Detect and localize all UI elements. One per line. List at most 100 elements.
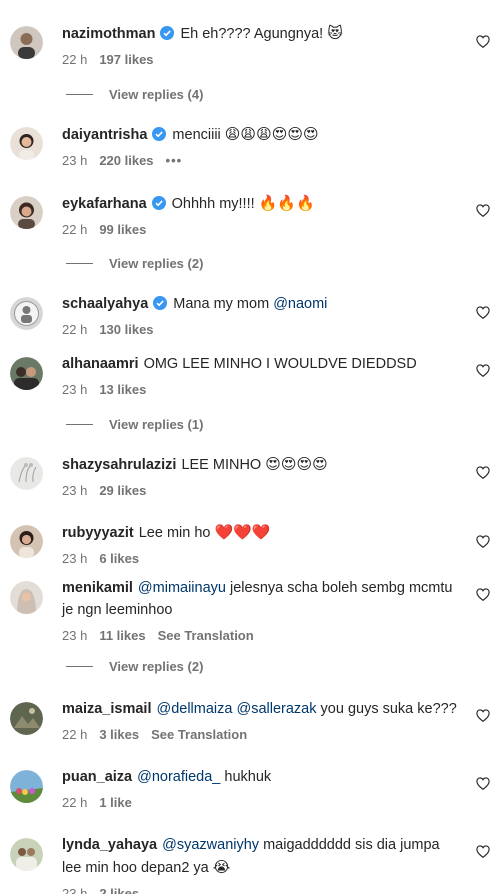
heart-outline-icon xyxy=(476,306,490,319)
comment-time: 22 h xyxy=(62,222,88,237)
likes-count[interactable]: 99 likes xyxy=(99,222,146,237)
comment-emoji: 😭 xyxy=(212,858,231,876)
heart-outline-icon xyxy=(476,364,490,377)
comment-text: Eh eh???? Agungnya! xyxy=(180,26,324,42)
username[interactable]: maiza_ismail xyxy=(62,701,151,717)
likes-count[interactable]: 220 likes xyxy=(99,153,153,168)
mention-link[interactable]: @sallerazak xyxy=(237,701,317,717)
like-button[interactable] xyxy=(476,535,490,548)
heart-outline-icon xyxy=(476,466,490,479)
see-translation-link[interactable]: See Translation xyxy=(158,628,254,643)
avatar[interactable] xyxy=(10,838,43,871)
username[interactable]: nazimothman xyxy=(62,26,155,42)
likes-count[interactable]: 2 likes xyxy=(99,886,139,894)
comment-time: 22 h xyxy=(62,727,88,742)
avatar[interactable] xyxy=(10,127,43,160)
view-replies-label: View replies (2) xyxy=(109,256,204,271)
likes-count[interactable]: 130 likes xyxy=(99,322,153,337)
like-button[interactable] xyxy=(476,845,490,858)
view-replies-button[interactable]: View replies (1) xyxy=(66,417,203,432)
username[interactable]: rubyyyazit xyxy=(62,525,134,541)
view-replies-button[interactable]: View replies (4) xyxy=(66,87,203,102)
comment-time: 23 h xyxy=(62,551,88,566)
heart-outline-icon xyxy=(476,777,490,790)
avatar[interactable] xyxy=(10,196,43,229)
username[interactable]: eykafarhana xyxy=(62,196,147,212)
likes-count[interactable]: 13 likes xyxy=(99,382,146,397)
comment-text: menciiii xyxy=(172,127,221,143)
comment-time: 23 h xyxy=(62,483,88,498)
like-button[interactable] xyxy=(476,364,490,377)
avatar[interactable] xyxy=(10,26,43,59)
avatar[interactable] xyxy=(10,297,43,330)
heart-outline-icon xyxy=(476,845,490,858)
comment-time: 22 h xyxy=(62,795,88,810)
mention-link[interactable]: @naomi xyxy=(273,296,327,312)
divider xyxy=(66,263,93,264)
username[interactable]: menikamil xyxy=(62,580,133,596)
username[interactable]: shazysahrulazizi xyxy=(62,457,176,473)
verified-badge-icon xyxy=(160,26,175,40)
comment-emoji: 😩😩😩😍😍😍 xyxy=(224,125,319,143)
comment-text: LEE MINHO xyxy=(181,457,262,473)
heart-outline-icon xyxy=(476,588,490,601)
like-button[interactable] xyxy=(476,306,490,319)
comment-emoji: 😍😍😍😍 xyxy=(265,455,328,473)
divider xyxy=(66,666,93,667)
username[interactable]: lynda_yahaya xyxy=(62,837,157,853)
verified-badge-icon xyxy=(153,296,168,310)
avatar[interactable] xyxy=(10,525,43,558)
likes-count[interactable]: 6 likes xyxy=(99,551,139,566)
mention-link[interactable]: @dellmaiza xyxy=(156,701,232,717)
like-button[interactable] xyxy=(476,777,490,790)
comment-time: 23 h xyxy=(62,382,88,397)
username[interactable]: daiyantrisha xyxy=(62,127,147,143)
comment-text: Ohhhh my!!!! xyxy=(171,196,255,212)
avatar[interactable] xyxy=(10,357,43,390)
heart-outline-icon xyxy=(476,709,490,722)
comment-text: you guys suka ke??? xyxy=(320,701,457,717)
verified-badge-icon xyxy=(152,127,167,141)
view-replies-label: View replies (2) xyxy=(109,659,204,674)
see-translation-link[interactable]: See Translation xyxy=(151,727,247,742)
like-button[interactable] xyxy=(476,204,490,217)
comment-time: 22 h xyxy=(62,322,88,337)
mention-link[interactable]: @mimaiinayu xyxy=(138,580,226,596)
likes-count[interactable]: 11 likes xyxy=(99,628,145,643)
heart-outline-icon xyxy=(476,535,490,548)
comment-text: OMG LEE MINHO I WOULDVE DIEDDSD xyxy=(143,356,417,372)
comment-time: 23 h xyxy=(62,153,88,168)
avatar[interactable] xyxy=(10,581,43,614)
view-replies-label: View replies (1) xyxy=(109,417,204,432)
comment-emoji: ❤️❤️❤️ xyxy=(214,523,271,541)
avatar[interactable] xyxy=(10,457,43,490)
avatar[interactable] xyxy=(10,770,43,803)
view-replies-label: View replies (4) xyxy=(109,87,204,102)
avatar[interactable] xyxy=(10,702,43,735)
likes-count[interactable]: 197 likes xyxy=(99,52,153,67)
more-options-icon[interactable]: ••• xyxy=(166,153,183,168)
comment-emoji: 🔥🔥🔥 xyxy=(258,194,315,212)
like-button[interactable] xyxy=(476,709,490,722)
likes-count[interactable]: 3 likes xyxy=(99,727,139,742)
comment-time: 23 h xyxy=(62,886,88,894)
verified-badge-icon xyxy=(151,196,166,210)
like-button[interactable] xyxy=(476,466,490,479)
like-button[interactable] xyxy=(476,588,490,601)
heart-outline-icon xyxy=(476,204,490,217)
comment-emoji: 😻 xyxy=(327,24,343,42)
like-button[interactable] xyxy=(476,35,490,48)
comment-time: 22 h xyxy=(62,52,88,67)
username[interactable]: puan_aiza xyxy=(62,769,132,785)
likes-count[interactable]: 1 like xyxy=(99,795,132,810)
username[interactable]: alhanaamri xyxy=(62,356,139,372)
mention-link[interactable]: @norafieda_ xyxy=(137,769,220,785)
view-replies-button[interactable]: View replies (2) xyxy=(66,256,203,271)
mention-link[interactable]: @syazwaniyhy xyxy=(162,837,259,853)
divider xyxy=(66,94,93,95)
username[interactable]: schaalyahya xyxy=(62,296,148,312)
divider xyxy=(66,424,93,425)
view-replies-button[interactable]: View replies (2) xyxy=(66,659,203,674)
likes-count[interactable]: 29 likes xyxy=(99,483,146,498)
comment-text: Lee min ho xyxy=(138,525,211,541)
